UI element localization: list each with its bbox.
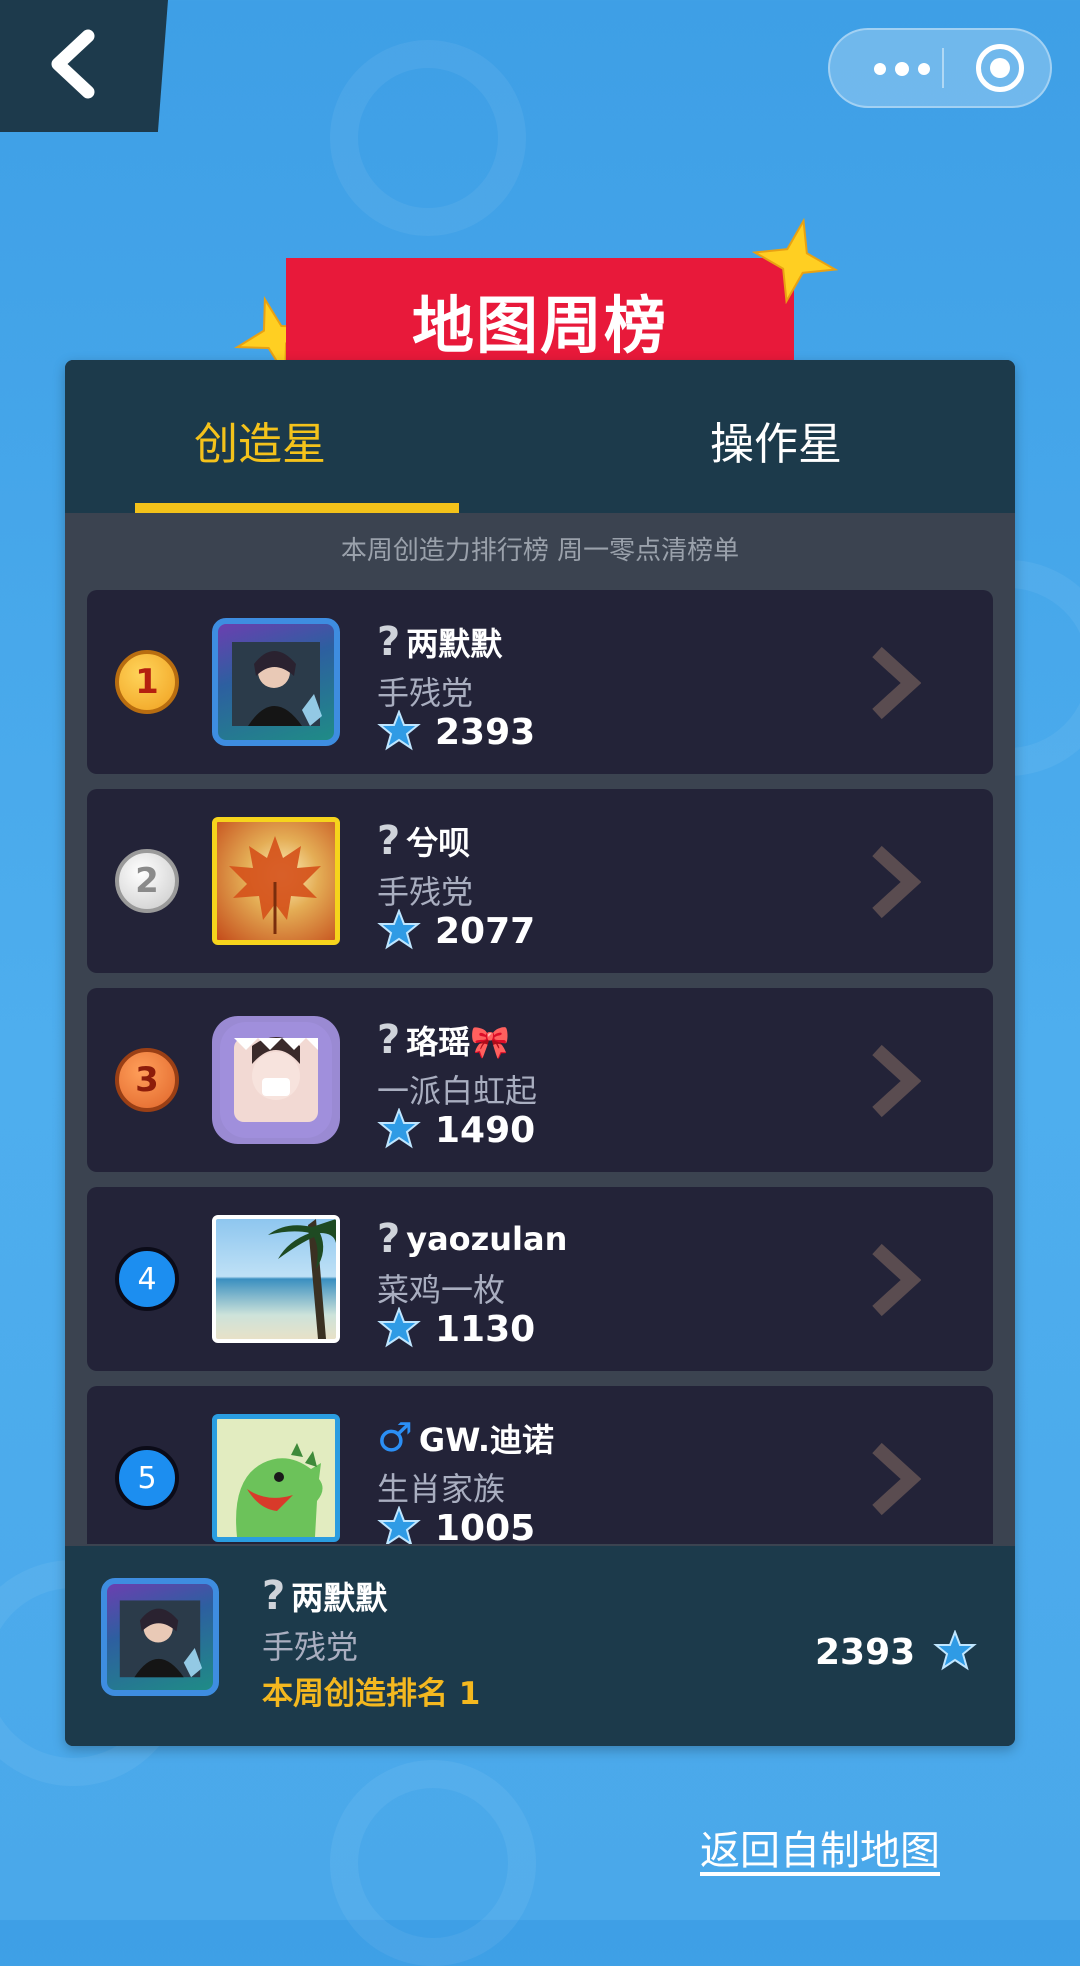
my-score: 2393 <box>815 1628 978 1676</box>
chevron-left-icon <box>51 29 95 99</box>
ranking-list[interactable]: 1 ? 两默默 手残党 2393 2 ? 兮呗 手残党 2077 3 ? 珞瑶🎀… <box>87 590 993 1544</box>
gender-unknown-icon: ? <box>377 1017 401 1063</box>
ranking-row[interactable]: 5 ♂ GW.迪诺 生肖家族 1005 <box>87 1386 993 1544</box>
background-decoration <box>330 40 526 236</box>
back-button[interactable] <box>0 0 168 132</box>
star-crystal-icon <box>377 909 421 950</box>
my-title: 手残党 <box>262 1628 359 1666</box>
tab-creation-star[interactable]: 创造星 <box>135 410 385 470</box>
more-dots-icon[interactable] <box>860 30 942 106</box>
ranking-row[interactable]: 2 ? 兮呗 手残党 2077 <box>87 789 993 973</box>
tab-operation-star[interactable]: 操作星 <box>661 410 891 470</box>
avatar <box>212 817 340 945</box>
my-name-text: 两默默 <box>291 1579 388 1617</box>
gender-unknown-icon: ? <box>262 1573 286 1619</box>
score-value: 1130 <box>435 1308 536 1350</box>
leaderboard-panel: 创造星 操作星 本周创造力排行榜 周一零点清榜单 1 ? 两默默 手残党 239… <box>65 360 1015 1746</box>
ranking-row[interactable]: 1 ? 两默默 手残党 2393 <box>87 590 993 774</box>
rank-badge: 4 <box>115 1247 179 1311</box>
ranking-row[interactable]: 4 ? yaozulan 菜鸡一枚 1130 <box>87 1187 993 1371</box>
my-avatar <box>101 1578 219 1696</box>
player-score: 1005 <box>377 1504 535 1544</box>
gender-male-icon: ♂ <box>377 1415 413 1461</box>
chevron-right-icon <box>872 1442 921 1516</box>
miniprogram-capsule <box>828 28 1052 108</box>
player-name: ♂ GW.迪诺 <box>377 1415 554 1461</box>
player-name-text: yaozulan <box>406 1220 568 1258</box>
gender-unknown-icon: ? <box>377 818 401 864</box>
my-rank-bar: ? 两默默 手残党 本周创造排名 1 2393 <box>65 1546 1015 1746</box>
sparkle-icon <box>752 218 838 304</box>
star-crystal-icon <box>933 1630 978 1671</box>
player-name: ? 两默默 <box>377 619 503 665</box>
tab-bar: 创造星 操作星 <box>65 360 1015 513</box>
score-value: 2077 <box>435 910 536 952</box>
chevron-right-icon <box>872 646 921 720</box>
gender-unknown-icon: ? <box>377 1216 401 1262</box>
star-crystal-icon <box>377 1506 421 1544</box>
player-name-text: 珞瑶🎀 <box>406 1023 511 1061</box>
rank-badge: 5 <box>115 1446 179 1510</box>
gender-unknown-icon: ? <box>377 619 401 665</box>
player-name: ? yaozulan <box>377 1216 568 1262</box>
avatar <box>212 618 340 746</box>
leaderboard-subtitle: 本周创造力排行榜 周一零点清榜单 <box>340 536 740 566</box>
star-crystal-icon <box>377 1108 421 1149</box>
star-crystal-icon <box>377 710 421 751</box>
chevron-right-icon <box>872 1243 921 1317</box>
player-score: 1130 <box>377 1305 535 1353</box>
rank-medal-bronze: 3 <box>115 1048 179 1112</box>
background-decoration <box>330 1760 536 1966</box>
capsule-divider <box>942 48 944 88</box>
target-circle-icon[interactable] <box>976 44 1024 92</box>
return-to-custom-maps-link[interactable]: 返回自制地图 <box>700 1818 940 1876</box>
ranking-row[interactable]: 3 ? 珞瑶🎀 一派白虹起 1490 <box>87 988 993 1172</box>
avatar <box>212 1215 340 1343</box>
player-name: ? 珞瑶🎀 <box>377 1017 511 1063</box>
my-name: ? 两默默 <box>262 1573 388 1619</box>
player-name: ? 兮呗 <box>377 818 471 864</box>
rank-medal-silver: 2 <box>115 849 179 913</box>
my-score-value: 2393 <box>815 1631 916 1673</box>
star-crystal-icon <box>377 1307 421 1348</box>
score-value: 1490 <box>435 1109 536 1151</box>
rank-medal-gold: 1 <box>115 650 179 714</box>
player-score: 1490 <box>377 1106 535 1154</box>
chevron-right-icon <box>872 1044 921 1118</box>
chevron-right-icon <box>872 845 921 919</box>
avatar <box>212 1414 340 1542</box>
score-value: 2393 <box>435 711 536 753</box>
player-name-text: GW.迪诺 <box>418 1421 554 1459</box>
player-name-text: 两默默 <box>406 625 503 663</box>
score-value: 1005 <box>435 1507 536 1545</box>
player-name-text: 兮呗 <box>406 824 471 862</box>
player-score: 2393 <box>377 708 535 756</box>
my-weekly-rank: 本周创造排名 1 <box>262 1676 481 1712</box>
avatar <box>212 1016 340 1144</box>
player-score: 2077 <box>377 907 535 955</box>
active-tab-indicator <box>135 503 459 513</box>
